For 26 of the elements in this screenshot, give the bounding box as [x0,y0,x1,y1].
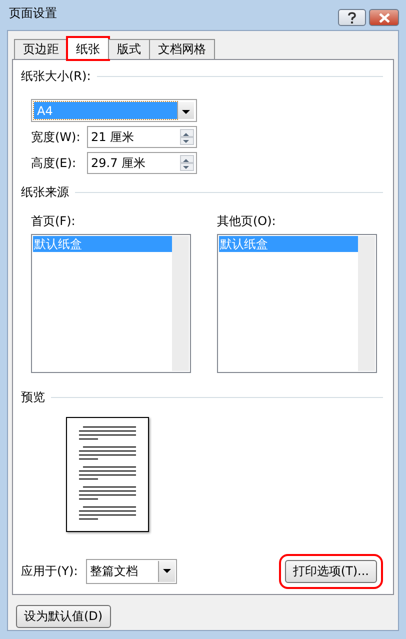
tab[interactable]: 页边距 [14,39,68,59]
spin-arrows-icon [180,155,194,171]
dropdown-value: A4 [34,102,177,119]
help-icon [347,12,357,24]
height-spin-field[interactable]: 29.7 厘米 [87,152,197,174]
spin-arrows-icon [180,129,194,145]
close-button[interactable] [369,9,399,26]
field-label: 应用于(Y): [21,563,78,580]
width-spin-field[interactable]: 21 厘米 [87,126,197,148]
section-heading: 纸张来源 [21,184,69,201]
window-title: 页面设置 [8,4,57,22]
help-button[interactable] [338,9,366,26]
field-label: 高度(E): [31,154,77,172]
scrollbar[interactable] [172,236,189,371]
apply-to-dropdown[interactable]: 整篇文档 [86,559,177,584]
section-heading: 纸张大小(R): [21,68,91,85]
scrollbar[interactable] [358,236,375,371]
close-icon [378,12,390,22]
section-heading: 预览 [21,389,45,406]
tab[interactable]: 版式 [108,39,150,59]
list-label: 其他页(O): [217,213,277,230]
set-default-button[interactable]: 设为默认值(D) [16,605,111,628]
field-label: 宽度(W): [31,128,82,146]
list-label: 首页(F): [31,213,76,230]
tab[interactable]: 文档网格 [149,39,215,59]
tab[interactable]: 纸张 [67,37,109,60]
